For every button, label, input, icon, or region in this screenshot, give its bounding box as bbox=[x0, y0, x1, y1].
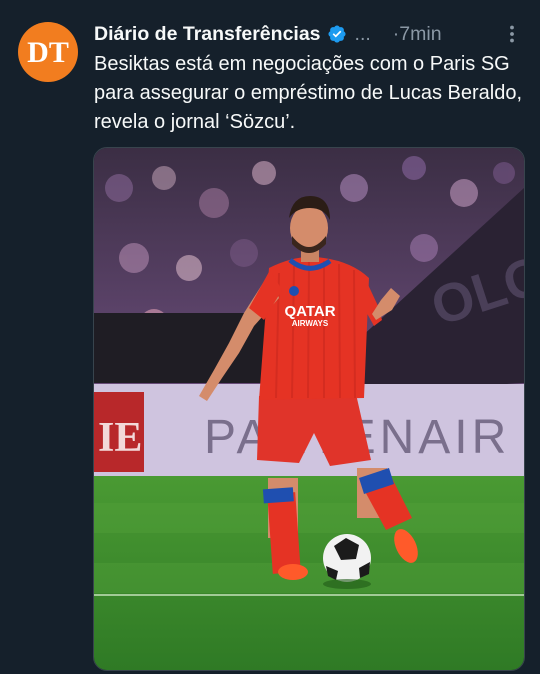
avatar[interactable]: DT bbox=[18, 22, 78, 82]
display-name[interactable]: Diário de Transferências bbox=[94, 23, 321, 46]
tweet-text: Besiktas está em negociações com o Paris… bbox=[94, 53, 523, 133]
tweet[interactable]: DT Diário de Transferências ... ·7min Be… bbox=[0, 0, 540, 674]
football bbox=[323, 534, 371, 589]
svg-text:AIRWAYS: AIRWAYS bbox=[292, 319, 329, 328]
football-player-photo: OLOS IE PARTENAIR bbox=[94, 148, 524, 670]
timestamp[interactable]: ·7min bbox=[393, 23, 442, 46]
svg-text:DT: DT bbox=[27, 36, 69, 69]
tweet-header: Diário de Transferências ... ·7min bbox=[94, 20, 524, 48]
tweet-photo[interactable]: OLOS IE PARTENAIR bbox=[93, 147, 525, 671]
svg-text:QATAR: QATAR bbox=[284, 303, 335, 320]
svg-text:IE: IE bbox=[98, 415, 142, 461]
dt-logo-icon: DT bbox=[27, 36, 69, 69]
more-vertical-icon[interactable] bbox=[502, 24, 522, 44]
handle[interactable]: ... bbox=[355, 23, 371, 46]
verified-badge-icon bbox=[327, 24, 347, 44]
